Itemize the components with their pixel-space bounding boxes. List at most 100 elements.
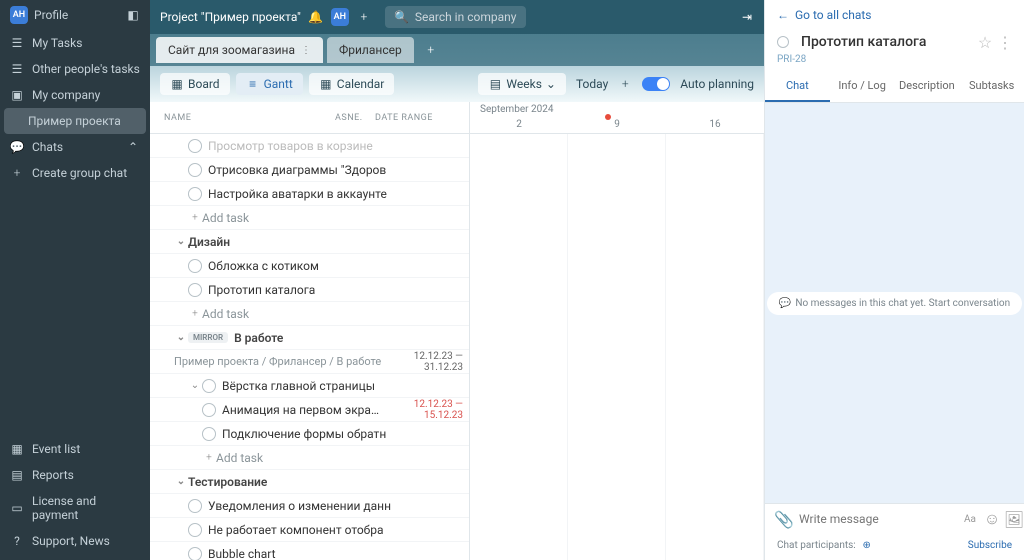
scale-select[interactable]: ▤Weeks⌄: [478, 73, 566, 95]
sidebar-profile[interactable]: AH Profile ◧: [0, 0, 150, 30]
timeline[interactable]: September 2024 2 9 16: [470, 102, 764, 560]
tab-petshop[interactable]: Сайт для зоомагазина⋮: [156, 37, 323, 63]
task-status-icon[interactable]: [202, 403, 216, 417]
attach-icon[interactable]: 📎: [777, 512, 791, 526]
chat-tab-subtasks[interactable]: Subtasks: [959, 71, 1024, 102]
star-icon[interactable]: ☆: [978, 35, 992, 49]
sidebar-item-support[interactable]: ?Support, News: [0, 528, 150, 554]
list-icon: ☰: [10, 62, 24, 76]
task-status-icon[interactable]: [188, 523, 202, 537]
auto-toggle[interactable]: [642, 77, 670, 91]
profile-label: Profile: [34, 8, 68, 22]
chevron-down-icon[interactable]: ⌄: [188, 380, 202, 391]
task-row[interactable]: Отрисовка диаграммы "Здоров: [150, 158, 469, 182]
task-row[interactable]: Настройка аватарки в аккаунте: [150, 182, 469, 206]
timeline-day: 9: [568, 119, 666, 130]
create-chat[interactable]: +Create group chat: [0, 160, 150, 186]
task-name: Add task: [216, 451, 463, 465]
sidebar-item-project[interactable]: Пример проекта: [4, 108, 146, 134]
sidebar-item-reports[interactable]: ▤Reports: [0, 462, 150, 488]
view-board[interactable]: ▦Board: [160, 73, 230, 95]
task-row[interactable]: Прототип каталога: [150, 278, 469, 302]
image-icon[interactable]: 🖼: [1007, 512, 1021, 526]
chat-tab-info[interactable]: Info / Log: [830, 71, 895, 102]
chat-input[interactable]: [799, 512, 955, 526]
task-body[interactable]: Просмотр товаров в корзинеОтрисовка диаг…: [150, 134, 469, 560]
plus-icon[interactable]: +: [618, 77, 632, 91]
plus-icon: +: [10, 166, 24, 180]
add-tab-icon[interactable]: +: [424, 43, 438, 57]
today-button[interactable]: Today: [576, 77, 608, 91]
add-task[interactable]: +Add task: [150, 302, 469, 326]
task-status-icon[interactable]: [188, 163, 202, 177]
project-title[interactable]: Project "Пример проекта": [160, 10, 301, 24]
avatar: AH: [10, 6, 28, 24]
task-status-icon[interactable]: [188, 259, 202, 273]
task-status-icon[interactable]: [188, 283, 202, 297]
search-icon: 🔍: [395, 10, 409, 24]
task-row[interactable]: Анимация на первом экране12.12.23 — 15.1…: [150, 398, 469, 422]
back-to-chats[interactable]: ← Go to all chats: [765, 0, 1024, 30]
task-row[interactable]: Уведомления о изменении данн: [150, 494, 469, 518]
help-icon: ?: [10, 534, 24, 548]
task-status-icon[interactable]: [202, 427, 216, 441]
chevron-down-icon[interactable]: ⌄: [174, 236, 188, 247]
sidebar-item-license[interactable]: ▭License and payment: [0, 488, 150, 528]
expand-icon[interactable]: ⇥: [740, 10, 754, 24]
tab-freelancer[interactable]: Фрилансер: [327, 37, 414, 63]
chevron-down-icon: ⌄: [546, 77, 556, 91]
list-icon: ☰: [10, 36, 24, 50]
subscribe-button[interactable]: Subscribe: [968, 540, 1012, 551]
add-task[interactable]: +Add task: [150, 446, 469, 470]
sidebar-item-others[interactable]: ☰Other people's tasks: [0, 56, 150, 82]
plus-icon[interactable]: +: [357, 10, 371, 24]
task-status-icon[interactable]: [188, 547, 202, 560]
emoji-icon[interactable]: ☺: [985, 512, 999, 526]
view-gantt[interactable]: ≡Gantt: [236, 73, 303, 95]
task-row[interactable]: Просмотр товаров в корзине: [150, 134, 469, 158]
task-name: В работе: [234, 331, 463, 345]
chevron-down-icon[interactable]: ⌄: [174, 332, 188, 343]
gantt-view: NAME ASNE. DATE RANGE Просмотр товаров в…: [150, 102, 764, 560]
sidebar-item-events[interactable]: ▦Event list: [0, 436, 150, 462]
sidebar-item-company[interactable]: ▣My company: [0, 82, 150, 108]
bell-icon[interactable]: 🔔: [309, 10, 323, 24]
task-row[interactable]: Не работает компонент отобра: [150, 518, 469, 542]
add-task[interactable]: +Add task: [150, 206, 469, 230]
breadcrumb-row[interactable]: Пример проекта / Фрилансер / В работе12.…: [150, 350, 469, 374]
task-name: Add task: [202, 211, 463, 225]
tab-menu-icon[interactable]: ⋮: [301, 45, 311, 56]
collapse-icon[interactable]: ◧: [126, 8, 140, 22]
task-row[interactable]: Подключение формы обратн: [150, 422, 469, 446]
task-name: Обложка с котиком: [208, 259, 463, 273]
format-icon[interactable]: Aa: [963, 512, 977, 526]
task-status-icon[interactable]: [188, 139, 202, 153]
task-row[interactable]: ⌄Вёрстка главной страницы: [150, 374, 469, 398]
task-id[interactable]: PRI-28: [765, 54, 1024, 71]
task-status-icon[interactable]: [188, 187, 202, 201]
add-participant-icon[interactable]: ⊕: [860, 538, 874, 552]
sidebar-item-mytasks[interactable]: ☰My Tasks: [0, 30, 150, 56]
sidebar-chats[interactable]: 💬Chats ⌃: [0, 134, 150, 160]
task-group[interactable]: ⌄Дизайн: [150, 230, 469, 254]
auto-label: Auto planning: [680, 77, 754, 91]
chat-empty-state: 💬 No messages in this chat yet. Start co…: [767, 292, 1022, 315]
task-group[interactable]: ⌄Тестирование: [150, 470, 469, 494]
chat-tab-desc[interactable]: Description: [895, 71, 960, 102]
view-calendar[interactable]: ▦Calendar: [309, 73, 395, 95]
search-input[interactable]: 🔍 Search in company: [385, 6, 527, 28]
mirror-badge: mirror: [188, 332, 228, 343]
more-icon[interactable]: ⋮: [998, 35, 1012, 49]
task-name: Анимация на первом экране: [222, 403, 383, 417]
task-row[interactable]: Bubble chart: [150, 542, 469, 560]
chevron-down-icon[interactable]: ⌄: [174, 476, 188, 487]
chat-icon: 💬: [10, 140, 24, 154]
avatar-small[interactable]: AH: [331, 8, 349, 26]
timeline-month: September 2024: [470, 102, 764, 116]
task-status-icon[interactable]: [202, 379, 216, 393]
task-row[interactable]: Обложка с котиком: [150, 254, 469, 278]
task-list: NAME ASNE. DATE RANGE Просмотр товаров в…: [150, 102, 470, 560]
task-status-icon[interactable]: [188, 499, 202, 513]
chat-tab-chat[interactable]: Chat: [765, 71, 830, 102]
task-group[interactable]: ⌄mirror В работе: [150, 326, 469, 350]
